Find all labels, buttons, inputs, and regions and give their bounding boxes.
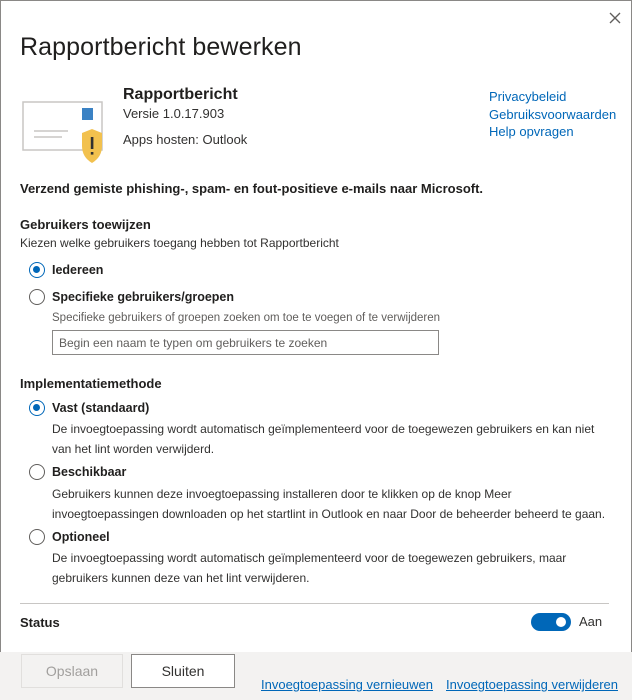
save-button[interactable]: Opslaan (21, 654, 123, 688)
assign-users-title: Gebruikers toewijzen (20, 217, 151, 232)
app-name: Rapportbericht (123, 86, 238, 103)
radio-available-label[interactable]: Beschikbaar (52, 465, 126, 479)
search-users-input[interactable] (52, 330, 439, 355)
close-icon[interactable] (606, 9, 624, 27)
radio-specific-users-label[interactable]: Specifieke gebruikers/groepen (52, 290, 234, 304)
radio-available[interactable] (29, 464, 45, 480)
status-toggle-text: Aan (579, 614, 603, 629)
radio-optional-description: De invoegtoepassing wordt automatisch ge… (52, 551, 567, 585)
assign-users-subtitle: Kiezen welke gebruikers toegang hebben t… (20, 236, 339, 250)
radio-optional[interactable] (29, 529, 45, 545)
app-description: Verzend gemiste phishing-, spam- en fout… (20, 181, 484, 196)
status-toggle[interactable] (531, 613, 571, 631)
radio-specific-users[interactable] (29, 289, 45, 305)
update-addin-link[interactable]: Invoegtoepassing vernieuwen (261, 677, 433, 692)
radio-everyone[interactable] (29, 262, 45, 278)
radio-optional-label[interactable]: Optioneel (52, 530, 110, 544)
radio-fixed[interactable] (29, 400, 45, 416)
status-label: Status (20, 615, 60, 630)
radio-available-description: Gebruikers kunnen deze invoegtoepassing … (52, 487, 606, 521)
radio-fixed-description: De invoegtoepassing wordt automatisch ge… (52, 422, 595, 456)
remove-addin-link[interactable]: Invoegtoepassing verwijderen (446, 677, 618, 692)
search-users-label: Specifieke gebruikers of groepen zoeken … (52, 312, 441, 324)
close-button[interactable]: Sluiten (131, 654, 235, 688)
deploy-method-title: Implementatiemethode (20, 376, 162, 391)
terms-link[interactable]: Gebruiksvoorwaarden (489, 106, 616, 124)
help-link[interactable]: Help opvragen (489, 123, 616, 141)
radio-everyone-label[interactable]: Iedereen (52, 263, 103, 277)
privacy-link[interactable]: Privacybeleid (489, 88, 616, 106)
radio-fixed-label[interactable]: Vast (standaard) (52, 401, 149, 415)
dialog-title: Rapportbericht bewerken (20, 33, 302, 61)
status-divider (20, 603, 609, 604)
app-links: Privacybeleid Gebruiksvoorwaarden Help o… (489, 88, 616, 141)
app-hosts: Apps hosten: Outlook (123, 132, 248, 147)
app-version: Versie 1.0.17.903 (123, 106, 225, 121)
mail-warning-icon (22, 101, 103, 163)
